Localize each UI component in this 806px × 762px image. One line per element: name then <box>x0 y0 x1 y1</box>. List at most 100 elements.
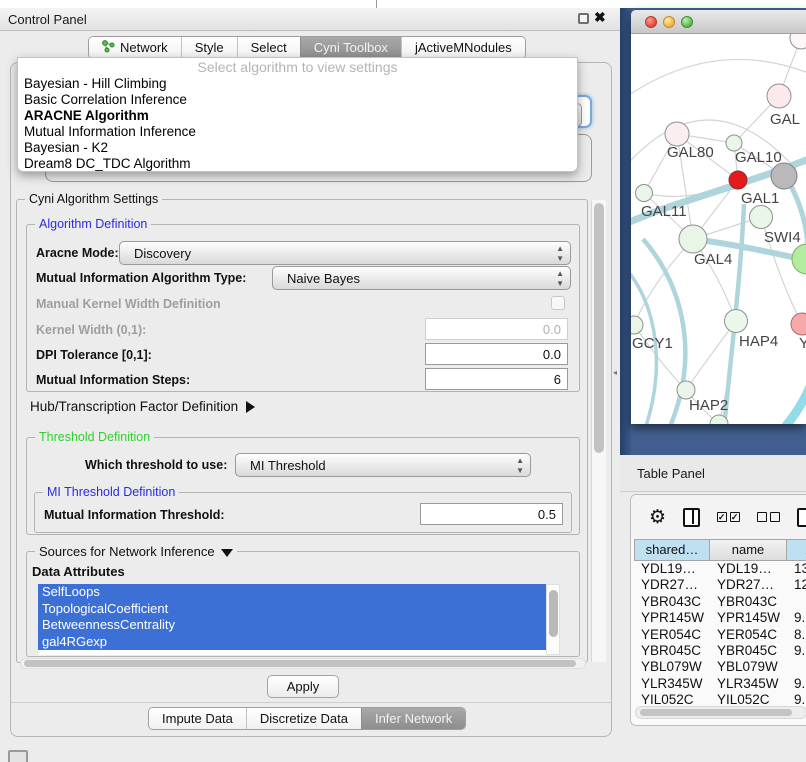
tab-impute-data[interactable]: Impute Data <box>149 708 246 729</box>
table-row[interactable]: YBL079WYBL079W <box>634 659 806 675</box>
table-cell[interactable]: 8. <box>787 627 806 643</box>
node-red-selected[interactable] <box>729 171 747 189</box>
table-cell[interactable]: YBR043C <box>710 594 787 610</box>
node-gcy1[interactable] <box>631 316 643 334</box>
table-cell[interactable]: YBL079W <box>634 659 710 675</box>
minimized-panel-icon[interactable] <box>8 750 28 762</box>
algorithm-option[interactable]: Mutual Information Inference <box>18 124 577 140</box>
deselect-all-columns-icon[interactable] <box>757 512 780 522</box>
tab-style[interactable]: Style <box>181 37 237 58</box>
table-cell[interactable]: YPR145W <box>710 610 787 626</box>
columns-icon[interactable] <box>683 508 700 527</box>
node-gal-right[interactable] <box>767 84 791 108</box>
tab-network[interactable]: Network <box>89 37 181 58</box>
table-cell[interactable]: YLR345W <box>710 676 787 692</box>
hscrollbar-thumb[interactable] <box>24 660 576 667</box>
table-row[interactable]: YPR145WYPR145W9. <box>634 610 806 626</box>
table-row[interactable]: YDL19…YDL19…13 <box>634 561 806 577</box>
panel-collapse-arrow[interactable]: ◂ <box>613 368 617 377</box>
table-row[interactable]: YBR045CYBR045C9. <box>634 643 806 659</box>
table-cell[interactable]: 9. <box>787 676 806 692</box>
gear-icon[interactable]: ⚙ <box>649 508 666 527</box>
kernel-width-field[interactable]: 0.0 <box>425 318 568 340</box>
table-cell[interactable]: YPR145W <box>634 610 710 626</box>
algorithm-option[interactable]: Bayesian - K2 <box>18 140 577 156</box>
network-window-titlebar[interactable] <box>631 10 806 34</box>
table-cell[interactable]: 9. <box>787 643 806 659</box>
column-header-shared-name[interactable]: shared… <box>634 539 710 561</box>
sources-group-title[interactable]: Sources for Network Inference <box>35 544 237 559</box>
algorithm-option[interactable]: ARACNE Algorithm <box>18 108 577 124</box>
zoom-window-icon[interactable] <box>681 16 693 28</box>
aracne-mode-combobox[interactable]: Discovery ▲▼ <box>119 241 571 265</box>
hub-definition-expander[interactable]: Hub/Transcription Factor Definition <box>30 399 255 414</box>
table-cell[interactable] <box>787 659 806 675</box>
node-bright-green[interactable] <box>792 244 806 274</box>
node-gal80[interactable] <box>665 122 689 146</box>
table-cell[interactable]: YDR27… <box>634 577 710 593</box>
table-hscrollbar-thumb[interactable] <box>640 709 792 716</box>
float-panel-icon[interactable] <box>578 13 589 24</box>
mi-steps-field[interactable]: 6 <box>425 368 568 390</box>
attribute-list-item[interactable]: BetweennessCentrality <box>38 617 546 634</box>
manual-kernel-checkbox[interactable] <box>551 296 565 310</box>
node-gal4[interactable] <box>679 225 707 253</box>
close-window-icon[interactable] <box>645 16 657 28</box>
attribute-list-item[interactable]: gal4RGexp <box>38 634 546 651</box>
table-cell[interactable] <box>787 594 806 610</box>
algorithm-option[interactable]: Bayesian - Hill Climbing <box>18 76 577 92</box>
table-cell[interactable]: YER054C <box>710 627 787 643</box>
attribute-list-item[interactable]: SelfLoops <box>38 584 546 601</box>
network-canvas[interactable]: GAL GAL80 GAL10 GAL1 GAL11 SWI4 GAL4 GCY… <box>631 34 806 424</box>
table-cell[interactable]: 12 <box>787 577 806 593</box>
tab-jactivemnodules[interactable]: jActiveMNodules <box>401 37 525 58</box>
node-gal11[interactable] <box>636 185 653 202</box>
tab-select[interactable]: Select <box>237 37 300 58</box>
column-header-partial[interactable]: A <box>787 539 806 561</box>
table-row[interactable]: YLR345WYLR345W9. <box>634 676 806 692</box>
table-row[interactable]: YDR27…YDR27…12 <box>634 577 806 593</box>
table-cell[interactable]: YER054C <box>634 627 710 643</box>
node-gal1[interactable] <box>750 206 773 229</box>
table-row[interactable]: YBR043CYBR043C <box>634 594 806 610</box>
network-window[interactable]: GAL GAL80 GAL10 GAL1 GAL11 SWI4 GAL4 GCY… <box>631 10 806 424</box>
table-cell[interactable]: YBR043C <box>634 594 710 610</box>
mi-threshold-field[interactable]: 0.5 <box>420 503 563 525</box>
settings-horizontal-scrollbar[interactable] <box>20 658 586 669</box>
table-horizontal-scrollbar[interactable] <box>635 706 806 719</box>
data-attributes-list[interactable]: SelfLoopsTopologicalCoefficientBetweenne… <box>38 584 546 655</box>
node-pink-right[interactable] <box>791 313 806 335</box>
table-cell[interactable]: YLR345W <box>634 676 710 692</box>
minimize-window-icon[interactable] <box>663 16 675 28</box>
node-hap4[interactable] <box>725 310 748 333</box>
table-row[interactable]: YER054CYER054C8. <box>634 627 806 643</box>
attribute-list-item[interactable]: TopologicalCoefficient <box>38 601 546 618</box>
tab-discretize-data[interactable]: Discretize Data <box>246 708 361 729</box>
node-gray[interactable] <box>771 163 797 189</box>
table-cell[interactable]: 13 <box>787 561 806 577</box>
table-cell[interactable]: YDL19… <box>710 561 787 577</box>
tab-infer-network[interactable]: Infer Network <box>361 708 465 729</box>
new-table-icon[interactable] <box>797 508 806 527</box>
select-all-columns-icon[interactable] <box>717 512 740 522</box>
table-cell[interactable]: 9. <box>787 610 806 626</box>
table-cell[interactable]: YDR27… <box>710 577 787 593</box>
vscrollbar-thumb[interactable] <box>594 203 604 453</box>
tab-cyni-toolbox[interactable]: Cyni Toolbox <box>300 37 401 58</box>
attributes-scrollbar[interactable] <box>546 584 560 655</box>
settings-vertical-scrollbar[interactable] <box>591 200 606 662</box>
which-threshold-combobox[interactable]: MI Threshold ▲▼ <box>235 453 531 477</box>
table-cell[interactable]: YBR045C <box>710 643 787 659</box>
close-panel-icon[interactable]: ✖ <box>594 9 606 26</box>
apply-button[interactable]: Apply <box>267 675 339 698</box>
table-cell[interactable]: YBR045C <box>634 643 710 659</box>
algorithm-option[interactable]: Dream8 DC_TDC Algorithm <box>18 156 577 172</box>
table-cell[interactable]: YBL079W <box>710 659 787 675</box>
column-header-name[interactable]: name <box>710 539 787 561</box>
table-cell[interactable]: YDL19… <box>634 561 710 577</box>
node-partial-top[interactable] <box>790 34 806 49</box>
algorithm-option[interactable]: Basic Correlation Inference <box>18 92 577 108</box>
attributes-scrollbar-thumb[interactable] <box>549 590 558 637</box>
mi-type-combobox[interactable]: Naive Bayes ▲▼ <box>272 266 571 290</box>
dpi-tolerance-field[interactable]: 0.0 <box>425 343 568 365</box>
